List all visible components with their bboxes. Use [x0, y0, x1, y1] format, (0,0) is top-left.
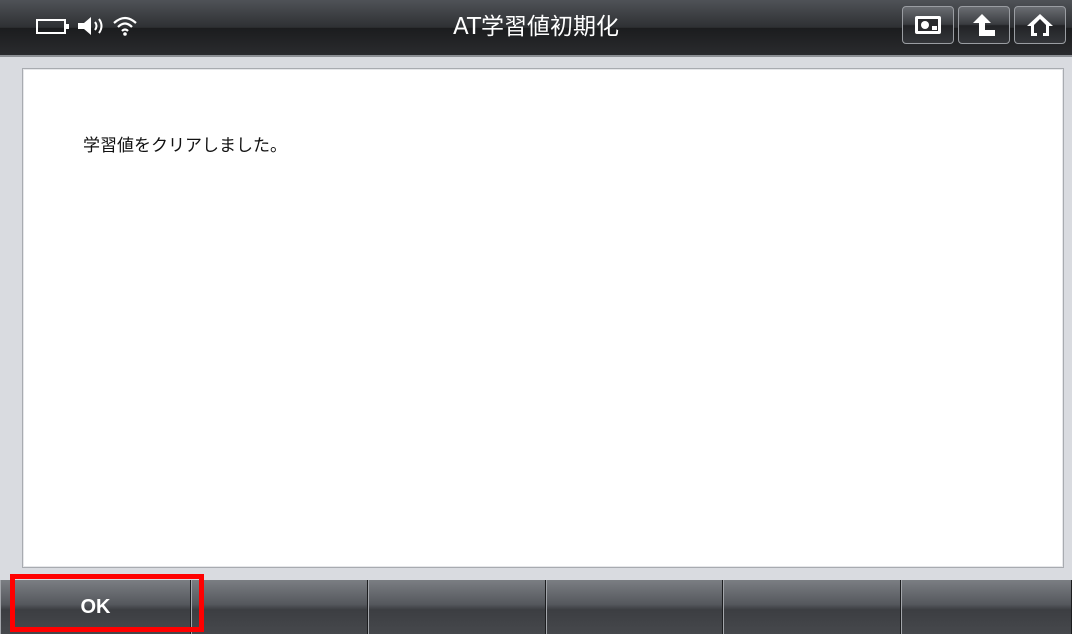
ok-button[interactable]: OK	[0, 580, 191, 634]
nav-buttons	[902, 6, 1066, 44]
back-arrow-icon	[969, 12, 999, 38]
message-panel: 学習値をクリアしました。	[22, 68, 1064, 568]
status-message: 学習値をクリアしました。	[83, 136, 287, 156]
softkey-5[interactable]	[723, 580, 901, 634]
softkey-4[interactable]	[546, 580, 723, 634]
screenshot-button[interactable]	[902, 6, 954, 44]
screenshot-icon	[913, 13, 943, 37]
softkey-bar: OK	[0, 580, 1072, 634]
title-bar: AT学習値初期化	[0, 0, 1072, 57]
home-button[interactable]	[1014, 6, 1066, 44]
app-screen: AT学習値初期化 学習値をクリアしました。 OK	[0, 0, 1072, 634]
softkey-6[interactable]	[901, 580, 1072, 634]
back-button[interactable]	[958, 6, 1010, 44]
softkey-3[interactable]	[368, 580, 546, 634]
softkey-2[interactable]	[191, 580, 368, 634]
home-icon	[1026, 12, 1054, 38]
